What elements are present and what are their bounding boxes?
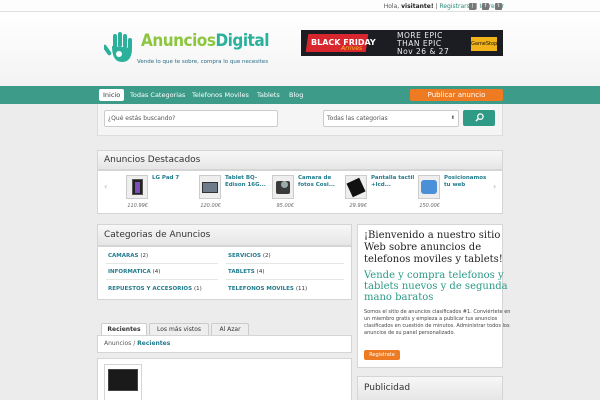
search-input[interactable]: ¿Qué estás buscando? <box>104 110 278 127</box>
item-thumbnail <box>345 175 367 199</box>
categories-header: Categorias de Anuncios <box>97 224 352 246</box>
featured-item[interactable]: Tablet BQ-Edison 16G... 120.00€ <box>199 175 269 215</box>
item-thumbnail <box>272 175 294 199</box>
site-logo[interactable]: AnunciosDigital <box>141 31 269 51</box>
greeting-text: Hola, <box>383 3 400 10</box>
facebook-icon[interactable]: f <box>482 3 489 10</box>
carousel-next-icon[interactable]: › <box>493 182 496 191</box>
publish-ad-button[interactable]: Publicar anuncio <box>410 89 503 101</box>
item-title[interactable]: Camara de fotos Cosi... <box>298 175 342 189</box>
featured-item[interactable]: Camara de fotos Cosi... 95.00€ <box>272 175 342 215</box>
item-price: 120.00€ <box>200 203 221 209</box>
monitor-icon <box>108 369 138 391</box>
welcome-title: ¡Bienvenido a nuestro sitio Web sobre an… <box>364 230 503 265</box>
item-thumbnail <box>418 175 440 199</box>
select-arrow-icon: ⬍ <box>450 115 455 121</box>
tagline: Vende lo que te sobre, compra lo que nec… <box>137 59 269 65</box>
top-bar: Hola, visitante! | Registrarse | Ingresa… <box>0 0 600 12</box>
featured-item[interactable]: LG Pad 7 110.99€ <box>126 175 196 215</box>
featured-item[interactable]: Posicionamos tu web 150.00€ <box>418 175 488 215</box>
nav-tablets[interactable]: Tablets <box>257 89 280 101</box>
item-price: 95.00€ <box>276 203 295 209</box>
featured-header: Anuncios Destacados <box>97 150 503 170</box>
category-item[interactable]: SERVICIOS (2) <box>228 253 271 259</box>
item-price: 110.99€ <box>127 203 148 209</box>
item-price: 150.00€ <box>419 203 440 209</box>
ads-header: Publicidad <box>357 376 503 400</box>
item-price: 29.99€ <box>349 203 368 209</box>
carousel-prev-icon[interactable]: ‹ <box>104 182 107 191</box>
category-item[interactable]: TABLETS (4) <box>228 269 264 275</box>
register-button[interactable]: Registrate <box>364 350 400 360</box>
category-item[interactable]: TELEFONOS MOVILES (11) <box>228 286 307 292</box>
breadcrumb: Anuncios / Recientes <box>104 340 171 347</box>
nav-telefonos-moviles[interactable]: Telefonos Moviles <box>192 89 249 101</box>
search-icon <box>474 113 484 122</box>
tab-al-azar[interactable]: Al Azar <box>211 323 249 335</box>
item-title[interactable]: Tablet BQ-Edison 16G... <box>225 175 269 189</box>
twitter-icon[interactable]: t <box>495 3 502 10</box>
item-thumbnail <box>199 175 221 199</box>
item-title[interactable]: Pantalla tactil +lcd... <box>371 175 415 189</box>
item-title[interactable]: LG Pad 7 <box>152 175 196 182</box>
nav-inicio[interactable]: Inicio <box>99 89 125 101</box>
rss-icon[interactable]: ) <box>469 3 476 10</box>
tab-mas-vistos[interactable]: Los más vistos <box>149 323 209 335</box>
item-thumbnail <box>126 175 148 199</box>
welcome-text: Somos el sitio de anuncios clasificados … <box>364 309 511 336</box>
search-button[interactable] <box>463 110 495 126</box>
item-title[interactable]: Posicionamos tu web <box>444 175 488 189</box>
hand-logo-icon <box>104 32 132 62</box>
category-select[interactable]: Todas las categorias ⬍ <box>323 110 459 127</box>
username: visitante! <box>401 3 434 10</box>
tab-recientes[interactable]: Recientes <box>101 323 147 335</box>
welcome-subtitle: Vende y compra telefonos y tablets nuevo… <box>364 270 508 303</box>
breadcrumb-current: Recientes <box>137 340 171 347</box>
nav-blog[interactable]: Blog <box>289 89 303 101</box>
breadcrumb-root[interactable]: Anuncios <box>104 340 131 347</box>
nav-todas-categorias[interactable]: Todas Categorias <box>130 89 185 101</box>
category-item[interactable]: CAMARAS (2) <box>108 253 148 259</box>
featured-item[interactable]: Pantalla tactil +lcd... 29.99€ <box>345 175 415 215</box>
header <box>0 12 600 86</box>
category-item[interactable]: INFORMATICA (4) <box>108 269 160 275</box>
black-friday-banner[interactable]: BLACK FRIDAY Arrives MORE EPIC THAN EPIC… <box>301 30 503 56</box>
category-item[interactable]: REPUESTOS Y ACCESORIOS (1) <box>108 286 202 292</box>
listing-thumbnail[interactable] <box>104 364 142 400</box>
